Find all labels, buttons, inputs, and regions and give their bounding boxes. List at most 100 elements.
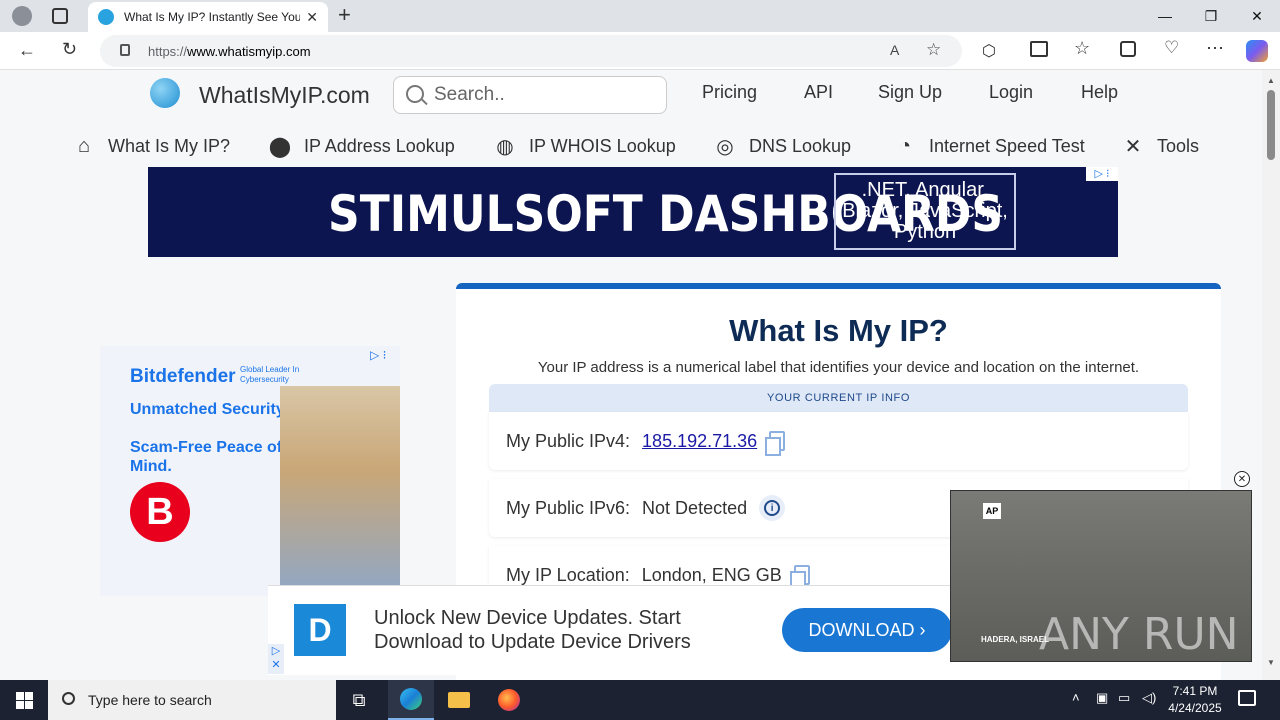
- logo-globe-icon[interactable]: [150, 78, 180, 108]
- nav-link-login[interactable]: Login: [989, 82, 1033, 103]
- driver-app-logo-icon: D: [294, 604, 346, 656]
- lock-icon: [120, 44, 130, 56]
- adchoices-icon[interactable]: ▷ ✕: [268, 644, 284, 674]
- close-video-icon[interactable]: ✕: [1234, 471, 1250, 487]
- ip-info-header: YOUR CURRENT IP INFO: [489, 384, 1188, 412]
- nav-link-pricing[interactable]: Pricing: [702, 82, 757, 103]
- nav-link-sign-up[interactable]: Sign Up: [878, 82, 942, 103]
- bitdefender-logo-icon: B: [130, 482, 190, 542]
- scrollbar-thumb[interactable]: [1267, 90, 1275, 160]
- more-menu-icon[interactable]: ⋯: [1206, 38, 1224, 59]
- site-favicon-icon: [98, 9, 114, 25]
- nav-link-help[interactable]: Help: [1081, 82, 1118, 103]
- read-aloud-icon[interactable]: A: [890, 42, 899, 58]
- search-icon: [406, 85, 424, 103]
- network-icon[interactable]: ▣: [1096, 690, 1108, 706]
- task-view-icon[interactable]: ⧉: [336, 680, 382, 720]
- favorites-icon[interactable]: ☆: [1074, 38, 1090, 59]
- copilot-icon[interactable]: [1246, 40, 1268, 62]
- ad-brand: Bitdefender: [130, 366, 236, 387]
- file-explorer-icon[interactable]: [436, 680, 482, 720]
- edge-browser-icon[interactable]: [388, 680, 434, 720]
- scroll-up-icon[interactable]: ▲: [1267, 76, 1275, 85]
- subnav-tools[interactable]: ✕ Tools: [1121, 130, 1199, 162]
- location-pin-icon: ⬤: [268, 135, 292, 158]
- watermark: ANY RUN: [1039, 609, 1239, 660]
- address-bar: ← ↻ https://www.whatismyip.com A ☆ ⬡ ☆ ♡…: [0, 32, 1280, 70]
- close-window-button[interactable]: ✕: [1234, 0, 1280, 32]
- tools-nav: ⌂ What Is My IP? ⬤ IP Address Lookup ◍ I…: [0, 130, 1262, 166]
- page-subtitle: Your IP address is a numerical label tha…: [537, 359, 1140, 376]
- subnav-label: IP WHOIS Lookup: [529, 135, 676, 156]
- tab-whatismyip[interactable]: What Is My IP? Instantly See Your ✕: [88, 2, 328, 32]
- url-field[interactable]: https://www.whatismyip.com A ☆: [100, 35, 962, 67]
- collections-icon[interactable]: [1120, 41, 1136, 57]
- title-bar: What Is My IP? Instantly See Your ✕ + — …: [0, 0, 1280, 32]
- download-button[interactable]: DOWNLOAD ›: [782, 608, 952, 652]
- page-scrollbar[interactable]: ▲ ▼: [1262, 70, 1280, 680]
- copy-icon[interactable]: [765, 431, 786, 456]
- clock-time: 7:41 PM: [1172, 684, 1218, 698]
- firefox-icon[interactable]: [486, 680, 532, 720]
- profile-icon[interactable]: [12, 6, 32, 26]
- split-screen-icon[interactable]: [1030, 41, 1048, 57]
- tray-chevron-icon[interactable]: ˄: [1072, 690, 1080, 705]
- ad-photo: [280, 386, 400, 596]
- volume-icon[interactable]: ◁): [1142, 690, 1156, 706]
- ad-line-1: Unmatched Security.: [130, 401, 288, 418]
- nav-link-api[interactable]: API: [804, 82, 833, 103]
- tab-title: What Is My IP? Instantly See Your: [124, 10, 301, 24]
- windows-logo-icon: [15, 691, 33, 709]
- ipv4-value-link[interactable]: 185.192.71.36: [642, 431, 757, 452]
- banner-ad[interactable]: STIMULSOFT DASHBOARDS .NET, Angular, Bla…: [148, 167, 1118, 257]
- page-title: What Is My IP?: [729, 313, 948, 348]
- url-scheme: https://: [148, 43, 188, 59]
- floating-video-player[interactable]: AP HADERA, ISRAEL ANY RUN: [950, 490, 1252, 662]
- windows-taskbar: Type here to search ⧉ ˄ ▣ ▭ ◁) 7:41 PM 4…: [0, 680, 1280, 720]
- tab-close-icon[interactable]: ✕: [306, 9, 318, 26]
- copy-icon[interactable]: [789, 565, 810, 590]
- minimize-button[interactable]: —: [1142, 0, 1188, 32]
- search-icon: [62, 692, 75, 705]
- subnav-label: Tools: [1157, 135, 1200, 156]
- battery-icon[interactable]: ▭: [1118, 690, 1130, 706]
- subnav-what-is-my-ip[interactable]: ⌂ What Is My IP?: [72, 130, 230, 162]
- back-icon[interactable]: ←: [18, 40, 36, 61]
- globe-icon: ◍: [496, 135, 514, 158]
- site-logo-text[interactable]: WhatIsMyIP.com: [199, 82, 370, 109]
- notifications-icon[interactable]: [1238, 690, 1256, 706]
- side-ad[interactable]: ▷ ⁝ Bitdefender Global Leader In Cyberse…: [100, 346, 400, 596]
- taskbar-search-input[interactable]: Type here to search: [48, 680, 336, 720]
- subnav-internet-speed-test[interactable]: ◔ Internet Speed Test: [893, 130, 1085, 162]
- subnav-ip-whois-lookup[interactable]: ◍ IP WHOIS Lookup: [493, 130, 676, 162]
- ipv4-row: My Public IPv4: 185.192.71.36: [489, 412, 1188, 470]
- ap-badge: AP: [983, 503, 1001, 519]
- adchoices-icon[interactable]: ▷ ⁝: [370, 348, 386, 362]
- home-icon: ⌂: [77, 134, 91, 157]
- favorite-star-icon[interactable]: ☆: [926, 40, 941, 60]
- refresh-icon[interactable]: ↻: [62, 39, 77, 60]
- bottom-ad[interactable]: ▷ ✕ D Unlock New Device Updates. Start Do…: [268, 585, 968, 675]
- subnav-ip-address-lookup[interactable]: ⬤ IP Address Lookup: [268, 130, 455, 162]
- ipv4-label: My Public IPv4:: [506, 430, 631, 451]
- extensions-icon[interactable]: ⬡: [982, 41, 996, 61]
- location-label: My IP Location:: [506, 564, 630, 585]
- location-value: London, ENG GB: [641, 564, 782, 585]
- tab-actions-icon[interactable]: [52, 8, 68, 24]
- speedometer-icon: ◔: [898, 134, 912, 157]
- browser-essentials-icon[interactable]: ♡: [1164, 38, 1179, 58]
- site-search-input[interactable]: Search..: [393, 76, 667, 114]
- tools-icon: ✕: [1124, 135, 1142, 158]
- subnav-label: What Is My IP?: [108, 135, 231, 156]
- new-tab-button[interactable]: +: [338, 2, 351, 28]
- info-icon[interactable]: i: [759, 495, 786, 521]
- maximize-button[interactable]: ❐: [1188, 0, 1234, 32]
- search-placeholder: Search..: [434, 84, 505, 105]
- subnav-dns-lookup[interactable]: ◎ DNS Lookup: [713, 130, 851, 162]
- adchoices-icon[interactable]: ▷ ⁝: [1086, 167, 1118, 181]
- system-clock[interactable]: 7:41 PM 4/24/2025: [1160, 683, 1230, 717]
- subnav-label: IP Address Lookup: [304, 135, 455, 156]
- start-button[interactable]: [0, 680, 48, 720]
- scroll-down-icon[interactable]: ▼: [1267, 658, 1275, 667]
- clock-date: 4/24/2025: [1168, 701, 1222, 715]
